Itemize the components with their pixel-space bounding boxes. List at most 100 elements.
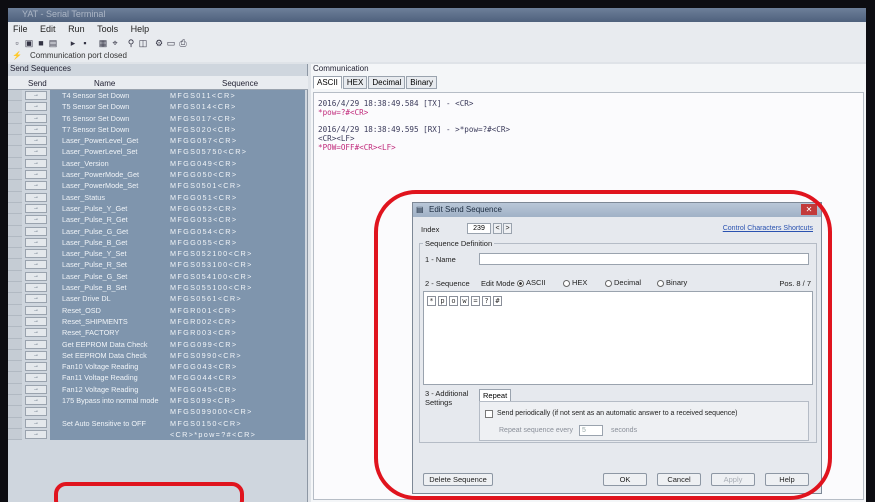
pin-icon[interactable]: ⌖ (110, 38, 120, 48)
table-row[interactable]: → Get EEPROM Data Check MFGG099<CR> (8, 338, 308, 350)
compare-icon[interactable]: ◫ (138, 38, 148, 48)
table-row[interactable]: → T5 Sensor Set Down MFGS014<CR> (8, 101, 308, 113)
row-name[interactable]: Laser_Pulse_G_Get (50, 225, 160, 237)
row-name[interactable]: Laser_Pulse_B_Set (50, 282, 160, 294)
send-button[interactable]: → (25, 350, 47, 360)
table-row[interactable]: → MFGS099000<CR> (8, 406, 308, 418)
save-all-icon[interactable]: ▤ (48, 38, 58, 48)
send-button[interactable]: → (25, 147, 47, 157)
table-row[interactable]: → Laser_Pulse_G_Set MFGS054100<CR> (8, 270, 308, 283)
row-name[interactable]: Laser_Pulse_G_Set (50, 270, 160, 283)
row-header[interactable] (8, 361, 22, 373)
row-sequence[interactable]: MFGG053<CR> (160, 214, 305, 226)
table-row[interactable]: → Laser_PowerMode_Get MFGG050<CR> (8, 169, 308, 181)
row-name[interactable]: Laser_Pulse_R_Get (50, 214, 160, 226)
send-button[interactable]: → (25, 339, 47, 349)
menu-run[interactable]: Run (63, 22, 90, 36)
row-sequence[interactable]: MFGS053100<CR> (160, 259, 305, 271)
send-button[interactable]: → (25, 429, 47, 439)
send-button[interactable]: → (25, 283, 47, 293)
row-sequence[interactable]: MFGS0150<CR> (160, 417, 305, 429)
tab-binary[interactable]: Binary (406, 76, 437, 89)
row-header[interactable] (8, 101, 22, 113)
row-sequence[interactable]: MFGG057<CR> (160, 135, 305, 147)
table-row[interactable]: → Fan12 Voltage Reading MFGG045<CR> (8, 383, 308, 396)
col-name[interactable]: Name (94, 79, 115, 88)
row-name[interactable]: Laser_PowerLevel_Get (50, 135, 160, 147)
table-row[interactable]: → Laser_PowerLevel_Set MFGS05750<CR> (8, 146, 308, 158)
table-row[interactable]: → T7 Sensor Set Down MFGS020<CR> (8, 123, 308, 136)
row-sequence[interactable]: MFGS052100<CR> (160, 248, 305, 260)
send-button[interactable]: → (25, 407, 47, 417)
row-name[interactable]: T4 Sensor Set Down (50, 90, 160, 102)
row-sequence[interactable]: MFGG054<CR> (160, 225, 305, 237)
send-button[interactable]: → (25, 136, 47, 146)
row-sequence[interactable]: MFGS017<CR> (160, 112, 305, 124)
row-sequence[interactable]: MFGG045<CR> (160, 383, 305, 396)
row-sequence[interactable]: MFGS0501<CR> (160, 180, 305, 192)
row-sequence[interactable]: <CR>*pow=?#<CR> (160, 428, 305, 441)
send-button[interactable]: → (25, 124, 47, 134)
send-button[interactable]: → (25, 396, 47, 406)
table-row[interactable]: → Laser Drive DL MFGS0561<CR> (8, 293, 308, 305)
row-header[interactable] (8, 191, 22, 203)
table-row[interactable]: → Reset_SHIPMENTS MFGR002<CR> (8, 315, 308, 328)
row-name[interactable]: Laser_Pulse_Y_Set (50, 248, 160, 260)
row-header[interactable] (8, 304, 22, 316)
row-sequence[interactable]: MFGS099000<CR> (160, 406, 305, 418)
row-name[interactable]: Laser_Pulse_R_Set (50, 259, 160, 271)
row-name[interactable]: Laser_Pulse_Y_Get (50, 202, 160, 215)
tab-decimal[interactable]: Decimal (368, 76, 406, 89)
send-button[interactable]: → (25, 316, 47, 326)
row-name[interactable]: Set EEPROM Data Check (50, 349, 160, 362)
send-button[interactable]: → (25, 271, 47, 281)
table-row[interactable]: → Laser_Version MFGG049<CR> (8, 157, 308, 170)
send-button[interactable]: → (25, 215, 47, 225)
row-sequence[interactable]: MFGG051<CR> (160, 191, 305, 203)
row-name[interactable]: Reset_OSD (50, 304, 160, 316)
row-header[interactable] (8, 123, 22, 136)
row-name[interactable]: Fan12 Voltage Reading (50, 383, 160, 396)
row-header[interactable] (8, 383, 22, 396)
row-name[interactable]: Laser_Status (50, 191, 160, 203)
send-button[interactable]: → (25, 203, 47, 213)
table-row[interactable]: → Reset_FACTORY MFGR003<CR> (8, 327, 308, 339)
table-row[interactable]: → Laser_PowerLevel_Get MFGG057<CR> (8, 135, 308, 147)
send-button[interactable]: → (25, 113, 47, 123)
row-name[interactable]: Laser_Pulse_B_Get (50, 236, 160, 249)
table-row[interactable]: → <CR>*pow=?#<CR> (8, 428, 308, 441)
table-row[interactable]: → T4 Sensor Set Down MFGS011<CR> (8, 90, 308, 102)
row-sequence[interactable]: MFGG052<CR> (160, 202, 305, 215)
table-row[interactable]: → T6 Sensor Set Down MFGS017<CR> (8, 112, 308, 124)
row-header[interactable] (8, 248, 22, 260)
table-row[interactable]: → Laser_Pulse_Y_Set MFGS052100<CR> (8, 248, 308, 260)
send-button[interactable]: → (25, 294, 47, 304)
row-header[interactable] (8, 428, 22, 441)
row-header[interactable] (8, 293, 22, 305)
row-sequence[interactable]: MFGR001<CR> (160, 304, 305, 316)
print-icon[interactable]: ⎙ (178, 38, 188, 48)
row-sequence[interactable]: MFGG050<CR> (160, 169, 305, 181)
table-row[interactable]: → Reset_OSD MFGR001<CR> (8, 304, 308, 316)
send-button[interactable]: → (25, 418, 47, 428)
row-sequence[interactable]: MFGR003<CR> (160, 327, 305, 339)
send-button[interactable]: → (25, 192, 47, 202)
tab-ascii[interactable]: ASCII (313, 76, 342, 89)
row-name[interactable] (50, 428, 160, 441)
row-header[interactable] (8, 395, 22, 407)
row-header[interactable] (8, 214, 22, 226)
send-button[interactable]: → (25, 328, 47, 338)
row-sequence[interactable]: MFGS011<CR> (160, 90, 305, 102)
row-name[interactable]: Get EEPROM Data Check (50, 338, 160, 350)
terminal-icon[interactable]: ▭ (166, 38, 176, 48)
menu-tools[interactable]: Tools (92, 22, 123, 36)
table-row[interactable]: → Laser_PowerMode_Set MFGS0501<CR> (8, 180, 308, 192)
send-button[interactable]: → (25, 384, 47, 394)
row-sequence[interactable]: MFGS014<CR> (160, 101, 305, 113)
send-button[interactable]: → (25, 362, 47, 372)
row-sequence[interactable]: MFGG044<CR> (160, 372, 305, 384)
row-header[interactable] (8, 259, 22, 271)
col-sequence[interactable]: Sequence (222, 79, 258, 88)
send-button[interactable]: → (25, 226, 47, 236)
settings-icon[interactable]: ⚙ (154, 38, 164, 48)
